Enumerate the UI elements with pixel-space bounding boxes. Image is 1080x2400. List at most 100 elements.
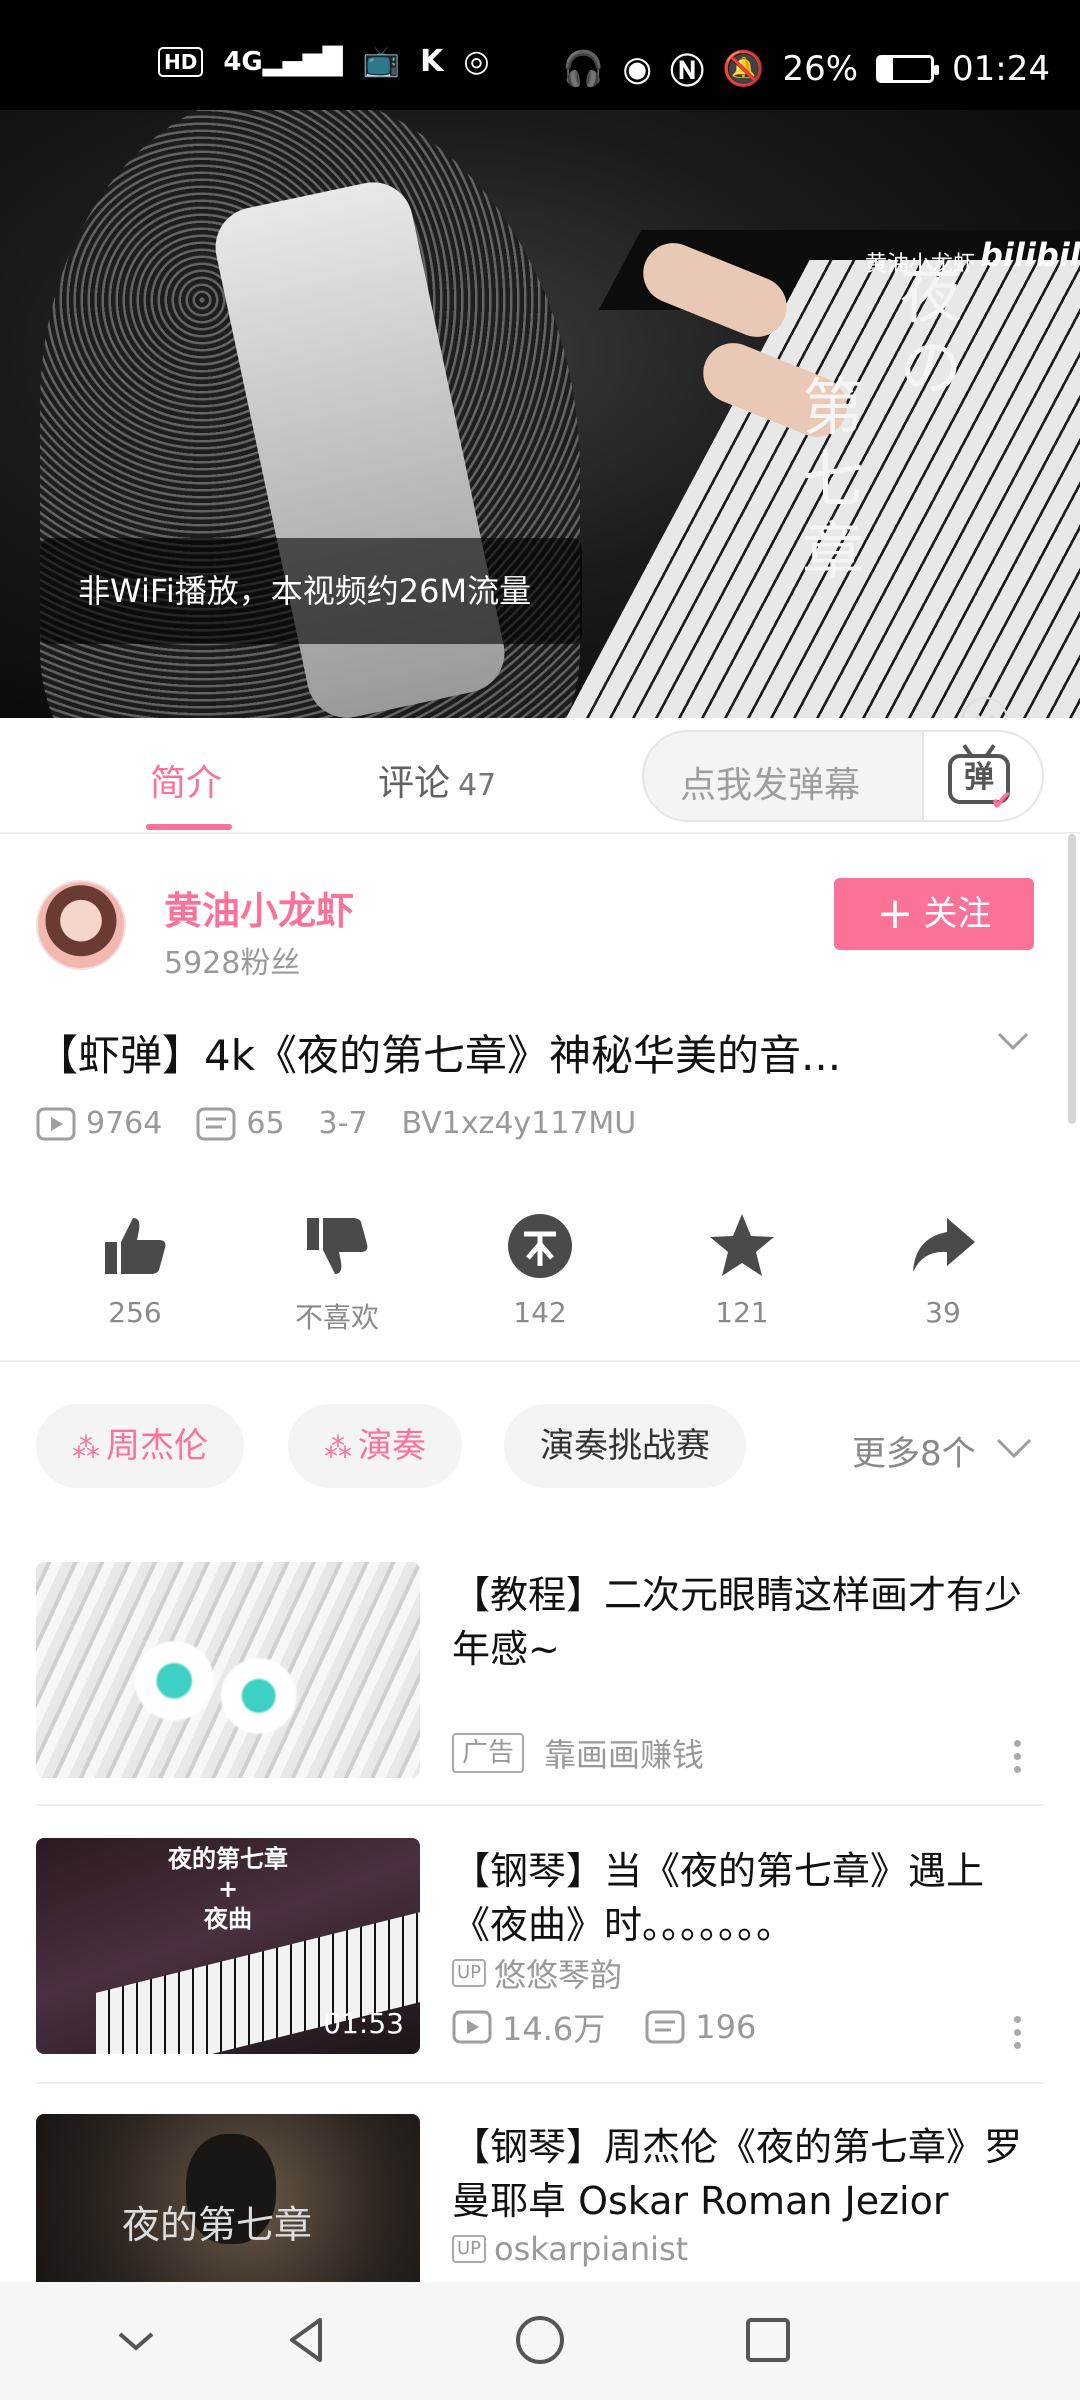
- tab-comments[interactable]: 评论 47: [378, 754, 496, 806]
- tag-item[interactable]: ⁂ 演奏: [288, 1404, 462, 1488]
- uploader-name: oskarpianist: [494, 2230, 689, 2268]
- dislike-icon: [307, 1218, 368, 1274]
- video-title: 【虾弹】4k《夜的第七章》神秘华美的音...: [36, 1031, 842, 1080]
- up-badge: UP: [452, 2235, 487, 2263]
- favorite-count: 121: [715, 1296, 769, 1329]
- recommendation-title[interactable]: 【钢琴】周杰伦《夜的第七章》罗曼耶卓 Oskar Roman Jezior: [452, 2120, 1052, 2228]
- battery-percent: 26%: [782, 48, 859, 89]
- tag-topic-icon: ⁂: [72, 1431, 100, 1464]
- eye-icon: ◉: [622, 48, 653, 89]
- star-icon: [710, 1214, 774, 1276]
- hotspot-icon: ◎: [463, 44, 490, 79]
- like-count: 256: [108, 1296, 162, 1329]
- favorite-button[interactable]: 121: [677, 1210, 807, 1329]
- tab-comments-label: 评论: [378, 763, 451, 804]
- share-count: 39: [925, 1296, 961, 1329]
- danmaku-count-icon: [196, 1107, 236, 1140]
- status-bar: HD 4G▂▄▆█ 📺 K ◎ 🎧 ◉ Ⓝ 🔕 26% 01:24: [0, 0, 1080, 110]
- follow-button[interactable]: + 关注: [834, 878, 1034, 950]
- plus-icon: +: [876, 888, 914, 939]
- divider: [0, 1360, 1080, 1362]
- bilibili-logo: bilibili: [980, 236, 1080, 274]
- recommendation-title[interactable]: 【教程】二次元眼睛这样画才有少年感~: [452, 1568, 1052, 1676]
- signal-icon: 4G▂▄▆█: [223, 46, 343, 77]
- recommendation-meta: 广告 靠画画赚钱: [452, 1730, 704, 1776]
- k-icon: K: [420, 44, 444, 79]
- chevron-down-icon[interactable]: [996, 1024, 1030, 1058]
- recommendation-uploader: UP 悠悠琴韵: [452, 1950, 622, 1996]
- home-icon[interactable]: [512, 2312, 568, 2368]
- back-icon[interactable]: [280, 2312, 336, 2368]
- checkmark-icon: ✔: [990, 784, 1014, 817]
- ad-badge: 广告: [452, 1733, 525, 1773]
- more-options-icon[interactable]: [1014, 2016, 1022, 2055]
- like-button[interactable]: 256: [70, 1210, 200, 1329]
- headphones-icon: 🎧: [562, 48, 605, 89]
- danmaku-toggle-button[interactable]: 弹 ✔: [922, 732, 1042, 820]
- chevron-down-icon[interactable]: [996, 1432, 1032, 1464]
- recommendation-ad[interactable]: 【教程】二次元眼睛这样画才有少年感~ 广告 靠画画赚钱: [0, 1562, 1080, 1782]
- danmaku-count-icon: [645, 2010, 685, 2044]
- recommendation-item[interactable]: 夜的第七章 【钢琴】周杰伦《夜的第七章》罗曼耶卓 Oskar Roman Jez…: [0, 2114, 1080, 2282]
- mute-icon: 🔕: [722, 48, 765, 89]
- tag-topic-icon: ⁂: [324, 1431, 352, 1464]
- chevron-down-icon[interactable]: [108, 2312, 164, 2368]
- share-icon: [913, 1218, 975, 1272]
- ad-source: 靠画画赚钱: [544, 1736, 705, 1774]
- thumbnail-caption: 夜的第七章 + 夜曲: [36, 1844, 420, 1934]
- thumbnail-caption-line-3: 夜曲: [204, 1905, 252, 1933]
- video-thumbnail[interactable]: [36, 1562, 420, 1778]
- avatar[interactable]: [36, 880, 126, 970]
- follow-label: 关注: [923, 894, 992, 934]
- view-count: 9764: [86, 1106, 163, 1141]
- tab-bar: 简介 评论 47 点我发弹幕 弹 ✔: [0, 718, 1080, 834]
- nfc-icon: Ⓝ: [670, 52, 705, 92]
- tag-item[interactable]: 演奏挑战赛: [504, 1404, 746, 1488]
- recents-icon[interactable]: [740, 2312, 796, 2368]
- tag-label: 演奏: [358, 1426, 426, 1466]
- tab-active-indicator: [146, 824, 232, 830]
- recommendation-stats: 14.6万 196: [452, 2004, 756, 2050]
- recommendation-title[interactable]: 【钢琴】当《夜的第七章》遇上《夜曲》时。。。。。。。: [452, 1844, 1052, 1952]
- status-left-icons: HD 4G▂▄▆█ 📺 K ◎: [158, 44, 490, 79]
- like-icon: [105, 1218, 166, 1274]
- scroll-indicator: [1068, 834, 1076, 1124]
- video-player[interactable]: 黄油小龙虾 bilibili 夜の 第七章 非WiFi播放，本视频约26M流量: [0, 110, 1080, 718]
- video-meta: 9764 65 3-7 BV1xz4y117MU: [36, 1106, 636, 1141]
- bvid: BV1xz4y117MU: [401, 1106, 637, 1141]
- coin-icon: [508, 1214, 572, 1278]
- tag-item[interactable]: ⁂ 周杰伦: [36, 1404, 244, 1488]
- coin-count: 142: [513, 1296, 567, 1329]
- tags-more-button[interactable]: 更多8个: [852, 1426, 976, 1475]
- play-count-icon: [452, 2010, 492, 2044]
- clock: 01:24: [952, 48, 1050, 89]
- dislike-button[interactable]: 不喜欢: [272, 1210, 402, 1336]
- danmaku-input[interactable]: 点我发弹幕 弹 ✔: [642, 730, 1044, 822]
- system-navigation-bar: [0, 2282, 1080, 2400]
- publish-date: 3-7: [318, 1106, 368, 1141]
- recommendation-item[interactable]: 夜的第七章 + 夜曲 01:53 【钢琴】当《夜的第七章》遇上《夜曲》时。。。。…: [0, 1838, 1080, 2058]
- thumbnail-caption: 夜的第七章: [122, 2203, 313, 2247]
- view-count: 14.6万: [502, 2010, 606, 2048]
- tv-icon: 📺: [362, 44, 401, 79]
- hd-icon: HD: [158, 46, 204, 77]
- more-options-icon[interactable]: [1014, 1740, 1022, 1779]
- overlay-title-col-2: 第七章: [801, 371, 864, 588]
- video-thumbnail[interactable]: 夜的第七章 + 夜曲 01:53: [36, 1838, 420, 2054]
- recommendation-uploader: UP oskarpianist: [452, 2230, 688, 2268]
- uploader-name[interactable]: 黄油小龙虾: [164, 880, 354, 935]
- danmaku-placeholder: 点我发弹幕: [680, 765, 861, 806]
- battery-icon: [876, 54, 940, 83]
- tab-intro[interactable]: 简介: [150, 754, 222, 806]
- tag-label: 演奏挑战赛: [540, 1426, 710, 1466]
- danmaku-count: 196: [695, 2008, 757, 2046]
- uploader-fans: 5928粉丝: [164, 946, 301, 981]
- uploader-name: 悠悠琴韵: [494, 1956, 623, 1994]
- video-thumbnail[interactable]: 夜的第七章: [36, 2114, 420, 2282]
- share-button[interactable]: 39: [878, 1210, 1008, 1329]
- divider: [36, 1804, 1044, 1806]
- overlay-title-col-1: 夜の: [899, 259, 962, 404]
- thumbnail-caption-line-1: 夜的第七章: [168, 1845, 288, 1873]
- status-right-icons: 🎧 ◉ Ⓝ 🔕 26% 01:24: [562, 44, 1050, 93]
- coin-button[interactable]: 142: [475, 1210, 605, 1329]
